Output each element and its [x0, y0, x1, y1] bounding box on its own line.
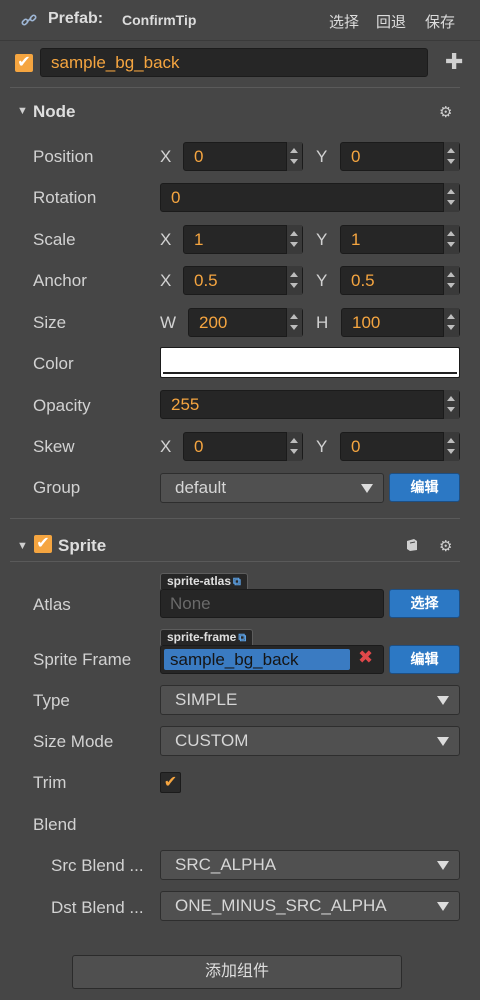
- node-name-input[interactable]: sample_bg_back: [40, 48, 428, 77]
- caret-down-icon: [437, 737, 449, 746]
- caret-down-icon: [437, 902, 449, 911]
- sprite-frame-field[interactable]: sample_bg_back ✖: [160, 645, 384, 674]
- type-select[interactable]: SIMPLE: [160, 685, 460, 715]
- position-x-input[interactable]: 0: [183, 142, 303, 171]
- position-y-input[interactable]: 0: [340, 142, 460, 171]
- atlas-field[interactable]: None: [160, 589, 384, 618]
- dst-blend-label: Dst Blend ...: [51, 898, 144, 917]
- position-label: Position: [33, 147, 94, 166]
- size-mode-select[interactable]: CUSTOM: [160, 726, 460, 756]
- anchor-x-input[interactable]: 0.5: [183, 266, 303, 295]
- gear-icon[interactable]: ⚙: [439, 103, 452, 121]
- edit-group-button[interactable]: 编辑: [389, 473, 460, 502]
- size-w-label: W: [160, 313, 177, 332]
- scale-x-input[interactable]: 1: [183, 225, 303, 254]
- save-prefab-button[interactable]: 保存: [425, 11, 455, 32]
- divider: [10, 561, 460, 562]
- size-label: Size: [33, 313, 67, 332]
- src-blend-select[interactable]: SRC_ALPHA: [160, 850, 460, 880]
- skew-y-input[interactable]: 0: [340, 432, 460, 461]
- external-link-icon: ⧉: [233, 576, 241, 588]
- dst-blend-select[interactable]: ONE_MINUS_SRC_ALPHA: [160, 891, 460, 921]
- collapse-triangle-icon[interactable]: ▼: [17, 540, 28, 552]
- size-h-label: H: [316, 313, 329, 332]
- sprite-frame-label: Sprite Frame: [33, 650, 132, 669]
- node-active-checkbox[interactable]: ✔: [15, 54, 33, 72]
- edit-sprite-frame-button[interactable]: 编辑: [389, 645, 460, 674]
- gear-icon[interactable]: ⚙: [439, 537, 452, 555]
- caret-down-icon: [437, 861, 449, 870]
- size-w-stepper[interactable]: [286, 308, 302, 337]
- caret-down-icon: [437, 696, 449, 705]
- skew-label: Skew: [33, 437, 75, 456]
- opacity-input[interactable]: 255: [160, 390, 460, 419]
- external-link-icon: ⧉: [238, 632, 247, 644]
- group-select[interactable]: default: [160, 473, 384, 503]
- select-prefab-button[interactable]: 选择: [329, 11, 359, 32]
- group-label: Group: [33, 478, 81, 497]
- opacity-label: Opacity: [33, 396, 91, 415]
- size-mode-label: Size Mode: [33, 732, 114, 751]
- rotation-input[interactable]: 0: [160, 183, 460, 212]
- atlas-label: Atlas: [33, 595, 71, 614]
- prefab-name: ConfirmTip: [122, 12, 197, 28]
- color-swatch[interactable]: [160, 347, 460, 378]
- src-blend-label: Src Blend ...: [51, 856, 144, 875]
- position-y-stepper[interactable]: [443, 142, 459, 171]
- sprite-section-title: Sprite: [58, 536, 107, 555]
- skew-y-stepper[interactable]: [443, 432, 459, 461]
- rotation-stepper[interactable]: [443, 183, 459, 212]
- scale-x-stepper[interactable]: [286, 225, 302, 254]
- divider: [10, 518, 460, 519]
- anchor-y-label: Y: [316, 271, 328, 290]
- scale-x-label: X: [160, 230, 172, 249]
- node-section-title: Node: [33, 102, 76, 121]
- sprite-atlas-tag: sprite-atlas ⧉: [160, 573, 248, 589]
- opacity-stepper[interactable]: [443, 390, 459, 419]
- caret-down-icon: [361, 484, 373, 493]
- skew-x-label: X: [160, 437, 172, 456]
- anchor-x-stepper[interactable]: [286, 266, 302, 295]
- scale-label: Scale: [33, 230, 76, 249]
- blend-label: Blend: [33, 815, 77, 834]
- skew-x-stepper[interactable]: [286, 432, 302, 461]
- sprite-enabled-checkbox[interactable]: ✔: [34, 535, 52, 553]
- trim-checkbox[interactable]: ✔: [160, 772, 181, 793]
- anchor-label: Anchor: [33, 271, 87, 290]
- prefab-label: Prefab:: [48, 10, 104, 27]
- anchor-x-label: X: [160, 271, 172, 290]
- anchor-y-input[interactable]: 0.5: [340, 266, 460, 295]
- scale-y-stepper[interactable]: [443, 225, 459, 254]
- skew-y-label: Y: [316, 437, 328, 456]
- collapse-triangle-icon[interactable]: ▼: [17, 105, 28, 117]
- anchor-y-stepper[interactable]: [443, 266, 459, 295]
- plus-icon[interactable]: ✚: [445, 50, 463, 74]
- revert-prefab-button[interactable]: 回退: [376, 11, 406, 32]
- position-x-stepper[interactable]: [286, 142, 302, 171]
- link-icon: [20, 11, 38, 29]
- scale-y-input[interactable]: 1: [340, 225, 460, 254]
- color-label: Color: [33, 354, 74, 373]
- select-atlas-button[interactable]: 选择: [389, 589, 460, 618]
- type-label: Type: [33, 691, 70, 710]
- clear-icon[interactable]: ✖: [358, 647, 373, 668]
- scale-y-label: Y: [316, 230, 328, 249]
- rotation-label: Rotation: [33, 188, 97, 207]
- sprite-frame-tag: sprite-frame ⧉: [160, 629, 254, 645]
- position-x-label: X: [160, 147, 172, 166]
- add-component-button[interactable]: 添加组件: [72, 955, 402, 989]
- size-h-stepper[interactable]: [443, 308, 459, 337]
- book-icon[interactable]: [405, 538, 419, 557]
- inspector-header: Prefab: ConfirmTip 选择 回退 保存: [0, 0, 480, 41]
- trim-label: Trim: [33, 773, 67, 792]
- skew-x-input[interactable]: 0: [183, 432, 303, 461]
- alpha-bar: [163, 372, 457, 374]
- divider: [10, 87, 460, 88]
- position-y-label: Y: [316, 147, 328, 166]
